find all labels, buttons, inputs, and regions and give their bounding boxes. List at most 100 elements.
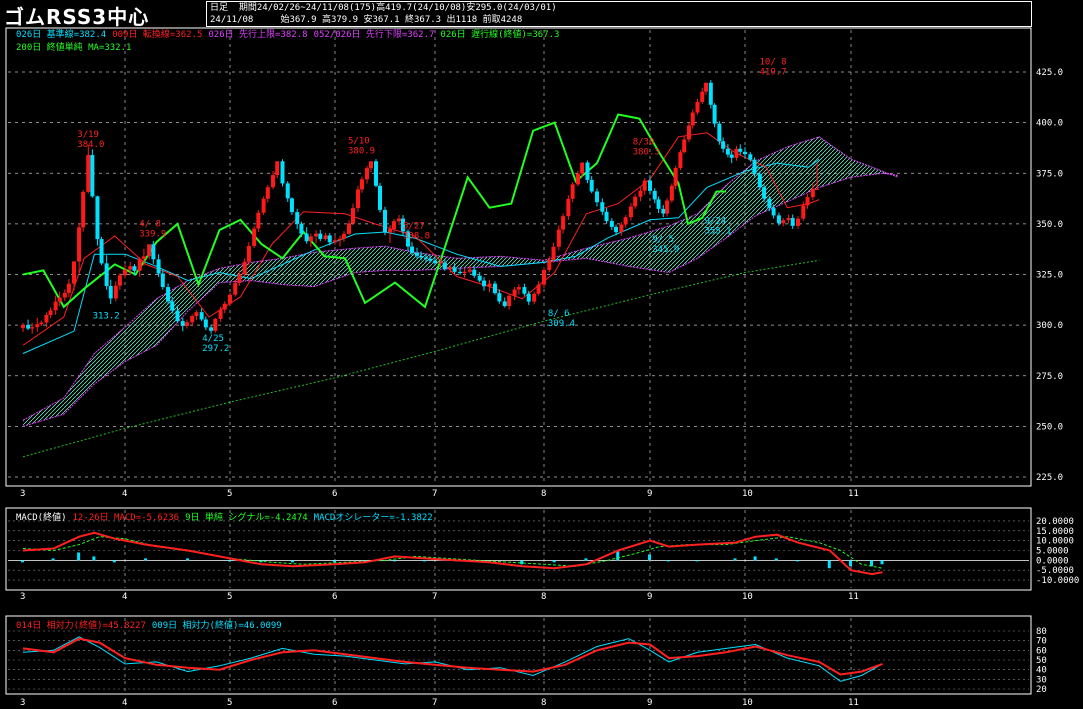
y-tick-rsi: 60 bbox=[1036, 646, 1047, 656]
macd-histogram-bar bbox=[667, 560, 670, 562]
candle-body bbox=[261, 198, 266, 213]
y-tick-main: 425.0 bbox=[1036, 68, 1063, 78]
macd-histogram-bar bbox=[144, 558, 147, 561]
candle-body bbox=[203, 319, 208, 328]
candle-body bbox=[575, 173, 580, 185]
candle-body bbox=[275, 161, 280, 176]
candle-body bbox=[595, 191, 599, 203]
candle-body bbox=[738, 148, 743, 152]
y-tick-macd: 5.0000 bbox=[1036, 547, 1069, 557]
candle-body bbox=[44, 315, 49, 323]
macd-histogram-bar bbox=[186, 558, 189, 561]
candle-body bbox=[717, 123, 722, 142]
candle-body bbox=[81, 191, 86, 228]
candle-body bbox=[383, 209, 387, 233]
macd-histogram-bar bbox=[228, 560, 231, 562]
legend-entry: 12-26日 MACD=-5.6236 bbox=[72, 513, 180, 523]
price-annotation: 338.8 bbox=[403, 232, 430, 242]
candle-body bbox=[295, 212, 300, 224]
candle-body bbox=[388, 229, 392, 233]
y-tick-main: 250.0 bbox=[1036, 422, 1063, 432]
candle-body bbox=[609, 221, 614, 227]
candle-body bbox=[790, 218, 795, 226]
x-month-label-rsi: 3 bbox=[20, 698, 25, 708]
candle-body bbox=[542, 270, 546, 285]
price-annotation: 8/30 bbox=[633, 138, 655, 148]
candle-body bbox=[90, 155, 95, 197]
x-month-label-rsi: 11 bbox=[848, 698, 859, 708]
candle-body bbox=[233, 283, 238, 295]
candle-body bbox=[492, 283, 497, 294]
candle-body bbox=[700, 91, 705, 102]
candle-body bbox=[585, 162, 590, 180]
candle-body bbox=[132, 266, 137, 271]
macd-histogram-bar bbox=[92, 556, 96, 561]
x-month-label-macd: 10 bbox=[742, 592, 753, 602]
candle-body bbox=[308, 236, 313, 242]
candle-body bbox=[448, 267, 453, 270]
candle-body bbox=[614, 226, 619, 233]
macd-histogram-bar bbox=[648, 554, 651, 561]
price-annotation: 5/10 bbox=[348, 136, 370, 146]
x-month-label-rsi: 10 bbox=[742, 698, 753, 708]
macd-histogram-bar bbox=[21, 560, 24, 563]
y-tick-main: 325.0 bbox=[1036, 271, 1063, 281]
macd-histogram-bar bbox=[51, 558, 55, 561]
candle-body bbox=[327, 235, 332, 243]
candle-body bbox=[767, 198, 772, 209]
candle-body bbox=[410, 246, 414, 253]
y-tick-macd: 10.0000 bbox=[1036, 537, 1074, 547]
macd-histogram-bar bbox=[77, 552, 81, 561]
legend-entry: 014日 相対力(終値)=45.8227 bbox=[16, 621, 146, 631]
x-month-label-main: 7 bbox=[432, 489, 437, 499]
candle-body bbox=[810, 188, 815, 198]
candle-body bbox=[566, 198, 571, 217]
macd-histogram-bar bbox=[695, 560, 699, 562]
x-month-label-macd: 6 bbox=[332, 592, 337, 602]
y-tick-rsi: 70 bbox=[1036, 637, 1047, 647]
candle-body bbox=[62, 292, 67, 298]
x-month-label-main: 10 bbox=[742, 489, 753, 499]
candle-body bbox=[551, 246, 556, 260]
candle-body bbox=[771, 208, 776, 216]
x-month-label-rsi: 8 bbox=[541, 698, 546, 708]
price-annotation: 313.2 bbox=[93, 311, 120, 321]
candle-body bbox=[600, 202, 605, 212]
candle-body bbox=[516, 287, 521, 290]
y-tick-main: 300.0 bbox=[1036, 321, 1063, 331]
candle-body bbox=[536, 284, 541, 294]
x-month-label-main: 5 bbox=[227, 489, 232, 499]
macd-histogram-bar bbox=[870, 560, 873, 567]
candle-body bbox=[194, 312, 199, 317]
price-annotation: 3/19 bbox=[77, 130, 99, 140]
legend-entry: 9日 単純 シグナル=-4.2474 bbox=[185, 513, 308, 523]
price-annotation: 10/ 8 bbox=[760, 58, 787, 68]
macd-histogram-bar bbox=[774, 558, 778, 561]
candle-body bbox=[151, 244, 156, 260]
candle-body bbox=[628, 206, 633, 218]
candle-body bbox=[190, 316, 195, 323]
candle-body bbox=[512, 289, 517, 296]
x-month-label-rsi: 7 bbox=[432, 698, 437, 708]
candle-body bbox=[137, 258, 142, 271]
rsi9-line bbox=[22, 636, 883, 682]
ma200-line bbox=[22, 259, 820, 458]
candle-body bbox=[619, 224, 624, 233]
candle-body bbox=[113, 285, 118, 299]
macd-histogram-bar bbox=[291, 560, 294, 563]
candle-body bbox=[656, 199, 661, 209]
candle-body bbox=[638, 190, 643, 197]
y-tick-macd: 0.0000 bbox=[1036, 556, 1069, 566]
price-annotation: 380.9 bbox=[348, 146, 375, 156]
rsi14-line bbox=[22, 637, 883, 676]
candle-body bbox=[365, 168, 369, 180]
candle-body bbox=[318, 233, 323, 240]
candle-body bbox=[30, 327, 35, 329]
x-month-label-macd: 5 bbox=[227, 592, 232, 602]
candle-body bbox=[141, 256, 146, 259]
candle-body bbox=[338, 238, 342, 241]
candle-body bbox=[95, 196, 100, 240]
legend-entry: 026日 遅行線(終値)=367.3 bbox=[440, 30, 560, 40]
candle-body bbox=[419, 255, 423, 258]
candle-body bbox=[123, 269, 127, 276]
